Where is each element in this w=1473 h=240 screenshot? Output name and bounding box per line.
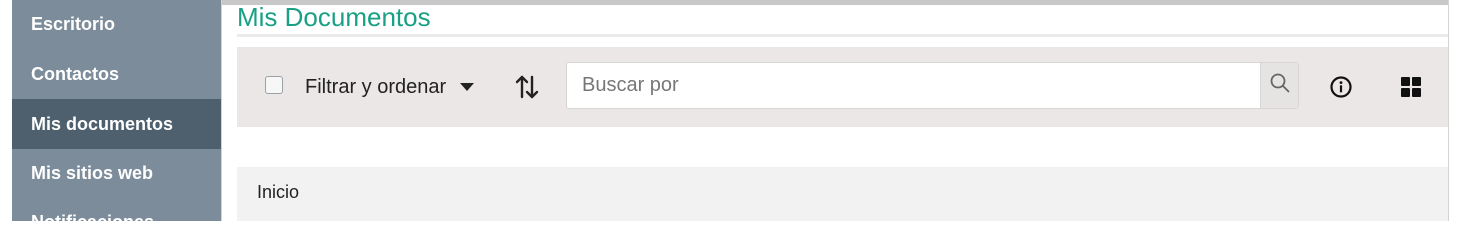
sidebar: Escritorio Contactos Mis documentos Mis …: [12, 0, 221, 232]
documents-toolbar: Filtrar y ordenar: [237, 47, 1448, 127]
select-all-checkbox[interactable]: [265, 76, 283, 94]
sidebar-item-escritorio[interactable]: Escritorio: [12, 0, 221, 49]
search-button[interactable]: [1260, 63, 1298, 108]
caret-down-icon: [460, 83, 475, 91]
sidebar-item-mis-sitios-web[interactable]: Mis sitios web: [12, 148, 221, 198]
search-icon: [1269, 72, 1291, 99]
filter-sort-label: Filtrar y ordenar: [305, 75, 447, 98]
page-title: Mis Documentos: [237, 2, 431, 32]
breadcrumb-home-link[interactable]: Inicio: [257, 182, 299, 203]
title-divider: [237, 34, 1448, 37]
grid-view-icon[interactable]: [1399, 75, 1423, 99]
sort-arrows-icon[interactable]: [513, 73, 541, 101]
search-box: [566, 62, 1299, 109]
filter-sort-dropdown[interactable]: Filtrar y ordenar: [305, 71, 475, 103]
content-right-border: [1448, 0, 1449, 221]
sidebar-item-contactos[interactable]: Contactos: [12, 49, 221, 99]
sidebar-item-notificaciones[interactable]: Notificaciones: [12, 197, 221, 240]
breadcrumb: Inicio: [237, 167, 1448, 221]
info-icon[interactable]: [1329, 75, 1353, 99]
app-root: Escritorio Contactos Mis documentos Mis …: [0, 0, 1473, 232]
sidebar-item-mis-documentos[interactable]: Mis documentos: [12, 99, 221, 149]
sidebar-divider: [221, 0, 222, 221]
search-input[interactable]: [567, 63, 1261, 108]
